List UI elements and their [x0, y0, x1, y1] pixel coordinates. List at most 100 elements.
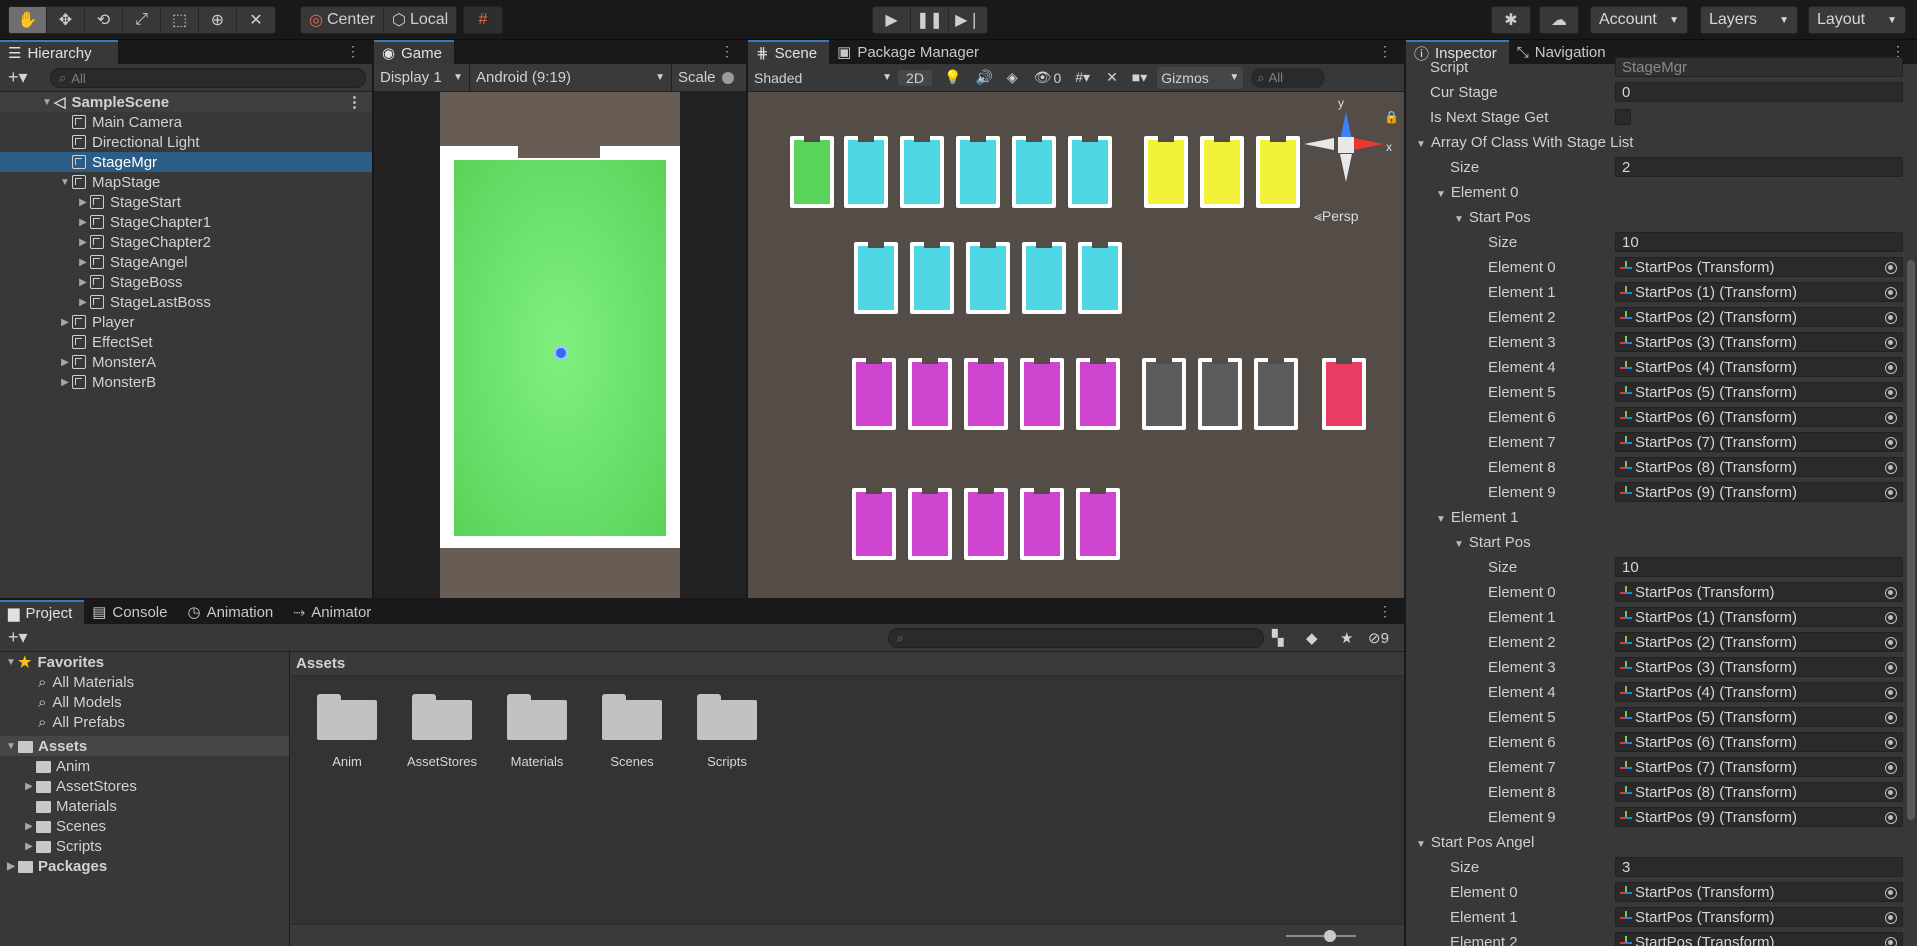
- scene-viewport[interactable]: y x ⪡Persp 🔒: [748, 92, 1404, 598]
- value-field[interactable]: 3: [1615, 857, 1903, 877]
- foldout-arrow-icon[interactable]: ▼: [1454, 214, 1464, 225]
- panel-menu-icon[interactable]: ⋮: [1378, 603, 1398, 620]
- object-field[interactable]: StartPos (3) (Transform): [1615, 332, 1903, 352]
- object-field[interactable]: StartPos (4) (Transform): [1615, 357, 1903, 377]
- expand-arrow-icon[interactable]: ▶: [76, 277, 90, 288]
- hierarchy-item[interactable]: ▶ StageAngel: [0, 252, 372, 272]
- value-field[interactable]: 2: [1615, 157, 1903, 177]
- tools-icon[interactable]: ✕: [1106, 69, 1118, 86]
- object-field[interactable]: StartPos (Transform): [1615, 582, 1903, 602]
- expand-arrow-icon[interactable]: ▶: [22, 781, 36, 792]
- value-field[interactable]: StageMgr: [1615, 57, 1903, 77]
- panel-menu-icon[interactable]: ⋮: [346, 43, 366, 60]
- zoom-slider-track[interactable]: [1286, 935, 1356, 937]
- stage-map-object[interactable]: [1078, 242, 1122, 314]
- panel-menu-icon[interactable]: ⋮: [1378, 43, 1398, 60]
- favorite-item[interactable]: ⌕ All Materials: [0, 672, 289, 692]
- add-icon[interactable]: +▾: [8, 67, 28, 88]
- expand-arrow-icon[interactable]: ▶: [22, 821, 36, 832]
- expand-arrow-icon[interactable]: ▼: [4, 657, 18, 668]
- stage-map-object[interactable]: [956, 136, 1000, 208]
- stage-map-object[interactable]: [852, 488, 896, 560]
- scene-menu-icon[interactable]: ⋮: [347, 93, 362, 111]
- tab-animation[interactable]: ◷ Animation: [179, 600, 285, 624]
- object-field[interactable]: StartPos (Transform): [1615, 932, 1903, 946]
- hierarchy-item[interactable]: ▼ MapStage: [0, 172, 372, 192]
- expand-arrow-icon[interactable]: ▶: [76, 217, 90, 228]
- object-picker-icon[interactable]: [1885, 412, 1897, 424]
- tab-animator[interactable]: ⤑ Animator: [285, 600, 383, 624]
- stage-map-object[interactable]: [1142, 358, 1186, 430]
- gizmo-neg-y[interactable]: [1340, 154, 1352, 182]
- tab-hierarchy[interactable]: ☰ Hierarchy: [0, 40, 118, 64]
- object-picker-icon[interactable]: [1885, 262, 1897, 274]
- gizmos-dropdown[interactable]: Gizmos ▼: [1157, 66, 1244, 89]
- object-field[interactable]: StartPos (8) (Transform): [1615, 457, 1903, 477]
- favorite-icon[interactable]: ★: [1340, 629, 1353, 647]
- asset-folder-item[interactable]: ▶ Scenes: [0, 816, 289, 836]
- expand-arrow-icon[interactable]: ▶: [58, 377, 72, 388]
- expand-arrow-icon[interactable]: ▼: [4, 741, 18, 752]
- stage-map-object[interactable]: [1198, 358, 1242, 430]
- asset-folder-item[interactable]: ▶ AssetStores: [0, 776, 289, 796]
- stage-map-object[interactable]: [1200, 136, 1244, 208]
- play-button[interactable]: ▶: [873, 7, 911, 33]
- tab-package-manager[interactable]: ▣ Package Manager: [829, 40, 991, 64]
- value-field[interactable]: 10: [1615, 232, 1903, 252]
- 2d-toggle[interactable]: 2D: [898, 69, 932, 86]
- object-picker-icon[interactable]: [1885, 662, 1897, 674]
- property-label[interactable]: ▼ Element 0: [1436, 184, 1518, 201]
- tab-project[interactable]: ▆ Project: [0, 600, 85, 624]
- stage-map-object[interactable]: [844, 136, 888, 208]
- stage-map-object[interactable]: [1068, 136, 1112, 208]
- asset-folder-tile[interactable]: AssetStores: [402, 694, 482, 769]
- property-label[interactable]: ▼ Start Pos Angel: [1416, 834, 1534, 851]
- cloud-icon[interactable]: ☁: [1540, 7, 1578, 33]
- display-dropdown[interactable]: Display 1 ▼: [374, 63, 470, 92]
- hierarchy-item[interactable]: ▶ StageChapter2: [0, 232, 372, 252]
- hierarchy-item[interactable]: ▶ Player: [0, 312, 372, 332]
- expand-arrow-icon[interactable]: ▶: [76, 237, 90, 248]
- favorite-item[interactable]: ⌕ All Prefabs: [0, 712, 289, 732]
- object-picker-icon[interactable]: [1885, 437, 1897, 449]
- object-picker-icon[interactable]: [1885, 487, 1897, 499]
- stage-map-object[interactable]: [1020, 358, 1064, 430]
- asset-folder-item[interactable]: Materials: [0, 796, 289, 816]
- pivot-local-button[interactable]: ⬡ Local: [384, 7, 456, 33]
- effects-icon[interactable]: ◈: [1007, 69, 1018, 86]
- stage-map-object[interactable]: [1254, 358, 1298, 430]
- project-search-input[interactable]: ⌕: [888, 628, 1264, 648]
- grid-snap-icon[interactable]: #▾: [1075, 69, 1090, 86]
- tab-console[interactable]: ▤ Console: [84, 600, 179, 624]
- stage-map-object[interactable]: [854, 242, 898, 314]
- breadcrumb-label[interactable]: Assets: [296, 655, 345, 672]
- stage-map-object[interactable]: [1076, 488, 1120, 560]
- object-picker-icon[interactable]: [1885, 612, 1897, 624]
- visibility-icon[interactable]: 👁: [1034, 69, 1052, 86]
- add-icon[interactable]: +▾: [8, 627, 28, 648]
- packages-row[interactable]: ▶ Packages: [0, 856, 289, 876]
- object-picker-icon[interactable]: [1885, 287, 1897, 299]
- aspect-dropdown[interactable]: Android (9:19) ▼: [470, 63, 672, 92]
- foldout-arrow-icon[interactable]: ▼: [1436, 514, 1446, 525]
- foldout-arrow-icon[interactable]: ▼: [1416, 139, 1426, 150]
- hierarchy-item[interactable]: EffectSet: [0, 332, 372, 352]
- object-picker-icon[interactable]: [1885, 462, 1897, 474]
- scale-slider-knob[interactable]: [721, 71, 734, 84]
- object-picker-icon[interactable]: [1885, 337, 1897, 349]
- foldout-arrow-icon[interactable]: ▼: [1416, 839, 1426, 850]
- property-label[interactable]: ▼ Start Pos: [1454, 534, 1531, 551]
- asset-folder-tile[interactable]: Scenes: [592, 694, 672, 769]
- stage-map-object[interactable]: [1322, 358, 1366, 430]
- expand-arrow-icon[interactable]: ▼: [40, 97, 54, 108]
- object-field[interactable]: StartPos (7) (Transform): [1615, 757, 1903, 777]
- object-picker-icon[interactable]: [1885, 812, 1897, 824]
- object-field[interactable]: StartPos (6) (Transform): [1615, 732, 1903, 752]
- object-field[interactable]: StartPos (2) (Transform): [1615, 632, 1903, 652]
- value-field[interactable]: 0: [1615, 82, 1903, 102]
- shading-dropdown[interactable]: Shaded ▼: [748, 64, 898, 92]
- stage-map-object[interactable]: [1144, 136, 1188, 208]
- object-picker-icon[interactable]: [1885, 637, 1897, 649]
- object-field[interactable]: StartPos (8) (Transform): [1615, 782, 1903, 802]
- scene-gizmo[interactable]: y x: [1304, 96, 1394, 194]
